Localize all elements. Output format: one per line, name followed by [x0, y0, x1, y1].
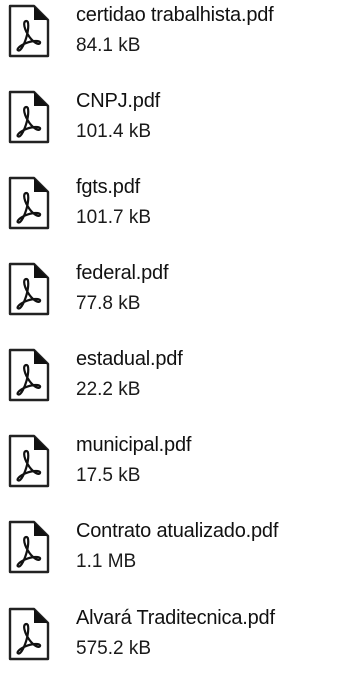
- file-name: federal.pdf: [76, 262, 169, 284]
- file-size: 101.4 kB: [76, 121, 151, 142]
- file-name: CNPJ.pdf: [76, 90, 160, 112]
- file-item-municipal[interactable]: municipal.pdf 17.5 kB: [0, 430, 351, 510]
- pdf-file-icon: [8, 3, 50, 59]
- file-size: 101.7 kB: [76, 207, 151, 228]
- file-list: certidao trabalhista.pdf 84.1 kB CNPJ.pd…: [0, 0, 351, 697]
- file-item-alvara-traditecnica[interactable]: Alvará Traditecnica.pdf 575.2 kB: [0, 603, 351, 683]
- file-size: 77.8 kB: [76, 293, 141, 314]
- file-name: Contrato atualizado.pdf: [76, 520, 279, 542]
- pdf-file-icon: [8, 519, 50, 575]
- file-item-federal[interactable]: federal.pdf 77.8 kB: [0, 258, 351, 338]
- file-size: 22.2 kB: [76, 379, 141, 400]
- file-item-estadual[interactable]: estadual.pdf 22.2 kB: [0, 344, 351, 424]
- file-name: estadual.pdf: [76, 348, 183, 370]
- file-name: Alvará Traditecnica.pdf: [76, 607, 275, 629]
- file-size: 84.1 kB: [76, 35, 141, 56]
- file-size: 1.1 MB: [76, 551, 137, 572]
- file-item-contrato-atualizado[interactable]: Contrato atualizado.pdf 1.1 MB: [0, 516, 351, 596]
- pdf-file-icon: [8, 89, 50, 145]
- pdf-file-icon: [8, 347, 50, 403]
- file-name: certidao trabalhista.pdf: [76, 4, 274, 26]
- pdf-file-icon: [8, 175, 50, 231]
- file-size: 17.5 kB: [76, 465, 141, 486]
- file-item-cnpj[interactable]: CNPJ.pdf 101.4 kB: [0, 86, 351, 166]
- file-item-fgts[interactable]: fgts.pdf 101.7 kB: [0, 172, 351, 252]
- file-name: municipal.pdf: [76, 434, 192, 456]
- pdf-file-icon: [8, 433, 50, 489]
- pdf-file-icon: [8, 261, 50, 317]
- file-size: 575.2 kB: [76, 638, 151, 659]
- file-name: fgts.pdf: [76, 176, 140, 198]
- file-item-certidao-trabalhista[interactable]: certidao trabalhista.pdf 84.1 kB: [0, 0, 351, 80]
- pdf-file-icon: [8, 606, 50, 662]
